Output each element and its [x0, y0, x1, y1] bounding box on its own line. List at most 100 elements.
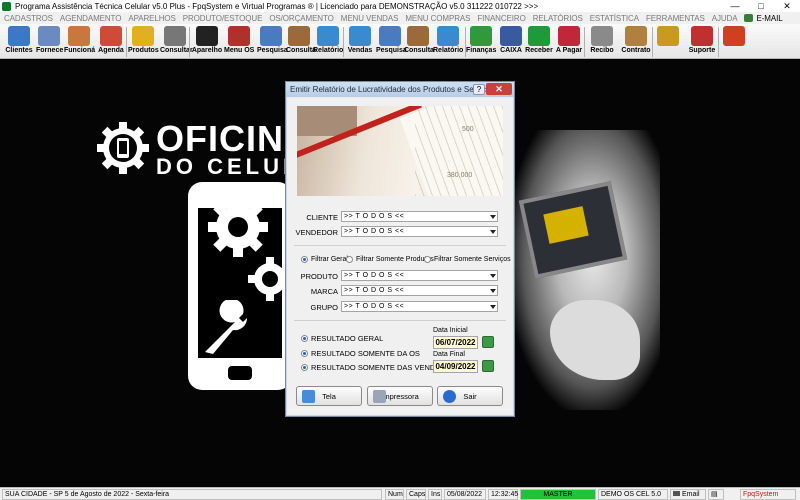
status-master: MASTER [520, 489, 596, 500]
marca-value: >> T O D O S << [344, 287, 405, 294]
menu-os-orcamento[interactable]: OS/ORÇAMENTO [269, 14, 334, 23]
toolbar-button[interactable]: Relatório [433, 25, 463, 58]
menu-cadastros[interactable]: CADASTROS [4, 14, 53, 23]
toolbar-separator [718, 27, 719, 57]
filter-produtos-radio[interactable]: Filtrar Somente Produtos [346, 256, 434, 263]
menu-email[interactable]: E-MAIL [744, 13, 783, 23]
toolbar-button[interactable]: Consulta [404, 25, 434, 58]
filter-servicos-radio[interactable]: Filtrar Somente Serviços [424, 256, 511, 263]
status-location: SUA CIDADE - SP 5 de Agosto de 2022 - Se… [2, 489, 382, 500]
toolbar-button[interactable]: Vendas [345, 25, 375, 58]
coins-icon [657, 26, 679, 46]
toolbar-separator [126, 27, 127, 57]
data-inicial-label: Data Inicial [433, 327, 468, 334]
phone-home-button [228, 366, 252, 380]
printer-icon [373, 390, 386, 403]
calendar-icon [100, 26, 122, 46]
close-window-button[interactable]: ✕ [774, 0, 800, 12]
vendedor-select[interactable]: >> T O D O S << [341, 226, 498, 237]
marca-select[interactable]: >> T O D O S << [341, 285, 498, 296]
chevron-down-icon [490, 289, 496, 293]
toolbar-button-label: CAIXA [500, 47, 522, 54]
consult-icon [164, 26, 186, 46]
toolbar-button[interactable]: Consultar [160, 25, 193, 58]
toolbar-button[interactable]: Fornece [36, 25, 63, 58]
produto-select[interactable]: >> T O D O S << [341, 270, 498, 281]
tela-button[interactable]: Tela [296, 386, 362, 406]
hero-number: 380,000 [447, 172, 473, 179]
radio-indicator [424, 256, 431, 263]
toolbar-button-label: Aparelho [191, 47, 223, 54]
menu-aparelhos[interactable]: APARELHOS [128, 14, 176, 23]
toolbar-button[interactable]: CAIXA [497, 25, 525, 58]
toolbar-button[interactable]: A Pagar [555, 25, 583, 58]
toolbar-button-label: Consultar [160, 47, 193, 54]
toolbar-button[interactable]: Contrato [620, 25, 652, 58]
data-final-input[interactable]: 04/09/2022 [433, 360, 478, 373]
toolbar-button[interactable]: Relatório [313, 25, 343, 58]
toolbar-button[interactable] [654, 25, 682, 58]
menu-ajuda[interactable]: AJUDA [712, 14, 738, 23]
email-icon [744, 13, 754, 22]
status-time: 12:32:45 [488, 489, 518, 500]
dialog-close-button[interactable]: ✕ [486, 83, 512, 95]
resultado-os-radio[interactable]: RESULTADO SOMENTE DA OS [301, 349, 420, 358]
filter-geral-label: Filtrar Geral [311, 256, 348, 263]
resultado-geral-radio[interactable]: RESULTADO GERAL [301, 334, 383, 343]
filter-geral-radio[interactable]: Filtrar Geral [301, 256, 348, 263]
toolbar-button[interactable]: Menu OS [224, 25, 254, 58]
data-inicial-input[interactable]: 06/07/2022 [433, 336, 478, 349]
minimize-button[interactable]: — [722, 0, 748, 12]
menu-agendamento[interactable]: AGENDAMENTO [60, 14, 122, 23]
status-num: Num [385, 489, 404, 500]
resultado-os-label: RESULTADO SOMENTE DA OS [311, 349, 420, 358]
menu-ferramentas[interactable]: FERRAMENTAS [646, 14, 705, 23]
wrench-icon [205, 300, 248, 354]
sair-button[interactable]: Sair [437, 386, 503, 406]
toolbar-button[interactable]: Recibo [586, 25, 618, 58]
cliente-select[interactable]: >> T O D O S << [341, 211, 498, 222]
radio-indicator [301, 364, 308, 371]
divider [294, 245, 506, 246]
email-icon [673, 491, 680, 496]
menu-vendas[interactable]: MENU VENDAS [341, 14, 399, 23]
radio-indicator [301, 350, 308, 357]
toolbar-button-label: Suporte [688, 47, 716, 54]
toolbar-button[interactable] [720, 25, 748, 58]
toolbar-button[interactable]: Produtos [128, 25, 159, 58]
toolbar-button[interactable]: Receber [525, 25, 553, 58]
resultado-vendas-radio[interactable]: RESULTADO SOMENTE DAS VENDAS [301, 363, 445, 372]
status-email[interactable]: Email [670, 489, 706, 500]
maximize-button[interactable]: □ [748, 0, 774, 12]
toolbar-button[interactable]: Finanças [466, 25, 496, 58]
os-icon [228, 26, 250, 46]
menu-produto-estoque[interactable]: PRODUTO/ESTOQUE [183, 14, 263, 23]
support-icon [691, 26, 713, 46]
toolbar-button[interactable]: Consulta [286, 25, 316, 58]
tela-label: Tela [322, 391, 336, 401]
calendar-end-icon[interactable] [482, 360, 494, 372]
toolbar-button[interactable]: Agenda [96, 25, 126, 58]
toolbar-button[interactable]: Pesquisa [376, 25, 407, 58]
menu-relatorios[interactable]: RELATÓRIOS [533, 14, 583, 23]
toolbar-button[interactable]: Pesquisa [257, 25, 288, 58]
toolbar-button-label: Receber [525, 47, 553, 54]
menu-estatistica[interactable]: ESTATÍSTICA [590, 14, 639, 23]
grupo-select[interactable]: >> T O D O S << [341, 301, 498, 312]
gear-logo-icon [97, 122, 149, 174]
impressora-button[interactable]: Impressora [367, 386, 433, 406]
toolbar-button[interactable]: Aparelho [191, 25, 223, 58]
toolbar-button-label: Vendas [347, 47, 373, 54]
dialog-help-button[interactable]: ? [473, 84, 485, 95]
status-printer-icon[interactable]: ▤ [708, 489, 724, 500]
toolbar-button[interactable]: Suporte [686, 25, 718, 58]
search-icon [260, 26, 282, 46]
menu-financeiro[interactable]: FINANCEIRO [477, 14, 525, 23]
calendar-start-icon[interactable] [482, 336, 494, 348]
toolbar-button[interactable]: Clientes [4, 25, 34, 58]
window-controls: — □ ✕ [722, 0, 800, 12]
menu-compras[interactable]: MENU COMPRAS [405, 14, 470, 23]
toolbar-separator [652, 27, 653, 57]
contract-icon [625, 26, 647, 46]
toolbar-button[interactable]: Funcioná [64, 25, 95, 58]
